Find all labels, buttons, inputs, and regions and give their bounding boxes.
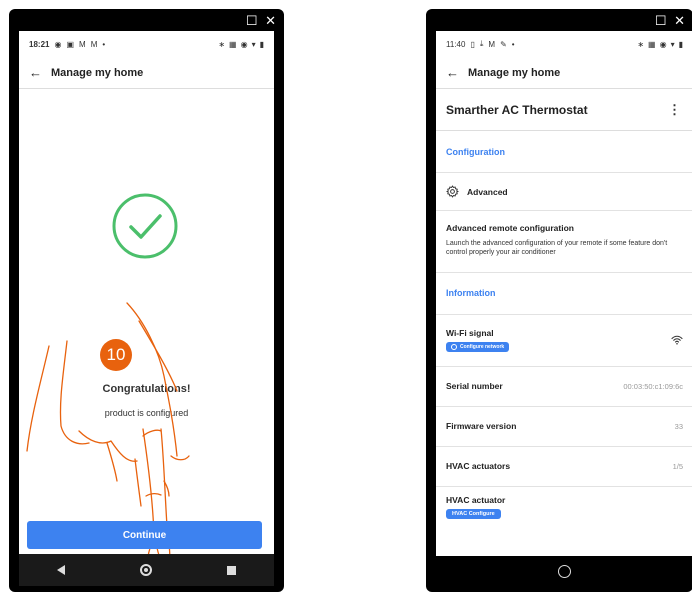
- firmware-version-label: Firmware version: [446, 421, 517, 432]
- configuration-section-header: Configuration: [436, 131, 692, 173]
- status-time: 18:21: [29, 39, 50, 49]
- settings-icon: [451, 344, 457, 351]
- hvac-actuators-row[interactable]: HVAC actuators 1/5: [436, 447, 692, 487]
- configured-message: product is configured: [104, 408, 189, 418]
- bluetooth-icon: ∗: [218, 39, 226, 49]
- wifi-signal-label: Wi-Fi signal: [446, 328, 494, 339]
- advanced-remote-configuration[interactable]: Advanced remote configuration Launch the…: [436, 211, 692, 273]
- serial-number-value: 00:03:50:c1:09:6c: [623, 381, 683, 391]
- wrench-icon: ✎: [500, 39, 507, 49]
- firmware-version-row: Firmware version 33: [436, 407, 692, 447]
- advanced-label: Advanced: [467, 186, 508, 197]
- check-circle-icon: [112, 193, 178, 259]
- m-icon: M: [90, 39, 98, 49]
- hvac-actuator-row: HVAC actuator HVAC Configure: [436, 487, 692, 527]
- mail-icon: ▣: [66, 39, 75, 49]
- battery-icon: ▮: [259, 39, 264, 49]
- android-nav-bar: [436, 556, 692, 586]
- serial-number-row: Serial number 00:03:50:c1:09:6c: [436, 367, 692, 407]
- battery-icon: ▮: [678, 39, 683, 49]
- app-bar: ← Manage my home: [19, 57, 274, 89]
- gear-icon: [446, 185, 459, 198]
- wifi-status-icon: ▾: [670, 39, 675, 49]
- back-arrow-icon[interactable]: ←: [29, 65, 51, 80]
- remote-config-title: Advanced remote configuration: [446, 223, 574, 233]
- status-bar: 18:21 ◉ ▣ M M • ∗ ▦ ◉ ▾ ▮: [19, 31, 274, 57]
- nfc-icon: ▦: [229, 39, 237, 49]
- hvac-actuators-value: 1/5: [672, 461, 683, 471]
- more-menu-icon[interactable]: ⋮: [668, 102, 681, 118]
- dot-icon: •: [511, 39, 515, 49]
- nav-home-icon[interactable]: [558, 564, 571, 578]
- hvac-actuator-label: HVAC actuator: [446, 494, 506, 505]
- m-icon: M: [488, 39, 496, 49]
- congrats-title: Congratulations!: [102, 383, 191, 395]
- app-bar: ← Manage my home: [436, 57, 692, 89]
- android-nav-bar: [19, 554, 274, 586]
- advanced-row[interactable]: Advanced: [436, 173, 692, 211]
- wifi-signal-row: Wi-Fi signal Configure network: [436, 315, 692, 367]
- serial-number-label: Serial number: [446, 381, 503, 392]
- status-bar: 11:40 ▯ ⤓ M ✎ • ∗ ▦ ◉ ▾ ▮: [436, 31, 692, 57]
- wifi-status-icon: ▾: [251, 39, 256, 49]
- page-title: Manage my home: [468, 66, 561, 79]
- dot-icon: •: [102, 39, 106, 49]
- window-controls-icon[interactable]: ☐ ✕: [246, 13, 278, 29]
- sim-icon: ▯: [470, 39, 475, 49]
- signal-icon: ◉: [240, 39, 248, 49]
- step-number-badge: 10: [100, 339, 132, 371]
- status-time: 11:40: [446, 39, 466, 49]
- window-controls-icon[interactable]: ☐ ✕: [655, 13, 687, 29]
- bluetooth-icon: ∗: [637, 39, 645, 49]
- back-arrow-icon[interactable]: ←: [446, 65, 468, 80]
- device-header: Smarther AC Thermostat ⋮: [436, 89, 692, 131]
- nav-recents-icon[interactable]: [227, 565, 237, 575]
- wifi-icon: [671, 336, 683, 345]
- configure-network-label: Configure network: [460, 344, 505, 351]
- nfc-icon: ▦: [648, 39, 656, 49]
- m-icon: M: [79, 39, 86, 49]
- firmware-version-value: 33: [674, 421, 683, 431]
- phone-right: ☐ ✕ 11:40 ▯ ⤓ M ✎ • ∗ ▦ ◉ ▾ ▮ ← Manage m…: [426, 9, 692, 592]
- signal-icon: ◉: [659, 39, 667, 49]
- continue-button[interactable]: Continue: [27, 521, 262, 549]
- page-title: Manage my home: [51, 66, 144, 79]
- remote-config-description: Launch the advanced configuration of you…: [446, 240, 668, 257]
- download-icon: ⤓: [479, 39, 484, 48]
- device-title: Smarther AC Thermostat: [446, 102, 588, 117]
- eye-icon: ◉: [54, 39, 62, 49]
- phone-left: ☐ ✕ 18:21 ◉ ▣ M M • ∗ ▦ ◉ ▾ ▮ ← Manage m…: [9, 9, 284, 592]
- hvac-configure-button[interactable]: HVAC Configure: [446, 508, 501, 519]
- hvac-actuators-label: HVAC actuators: [446, 461, 511, 472]
- information-section-header: Information: [436, 273, 692, 315]
- left-screen: 18:21 ◉ ▣ M M • ∗ ▦ ◉ ▾ ▮ ← Manage my ho…: [19, 31, 274, 586]
- right-screen: 11:40 ▯ ⤓ M ✎ • ∗ ▦ ◉ ▾ ▮ ← Manage my ho…: [436, 31, 692, 586]
- nav-home-icon[interactable]: [139, 564, 152, 576]
- configure-network-button[interactable]: Configure network: [446, 342, 510, 353]
- nav-back-icon[interactable]: [56, 565, 65, 575]
